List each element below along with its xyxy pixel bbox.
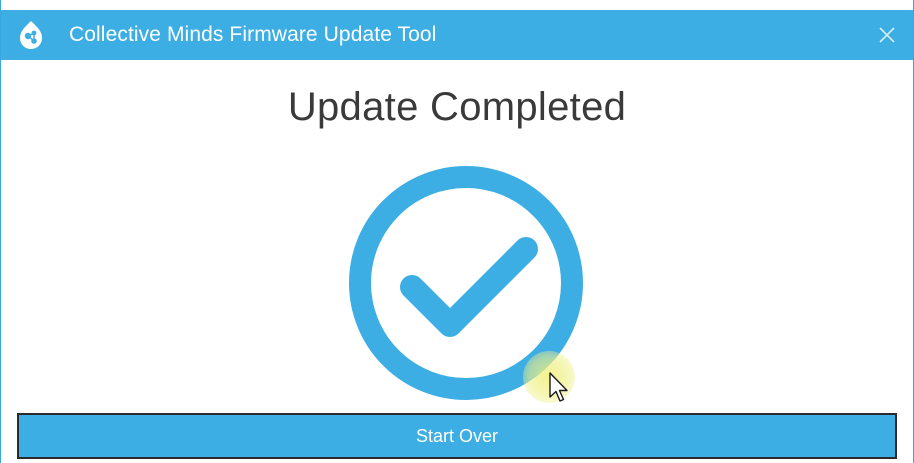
- mouse-pointer-icon: [549, 372, 568, 402]
- page-title: Update Completed: [287, 85, 627, 129]
- update-tool-window: Collective Minds Firmware Update Tool Up…: [0, 0, 914, 463]
- collective-minds-logo-icon: [20, 21, 42, 49]
- close-icon[interactable]: [871, 19, 903, 51]
- window-title: Collective Minds Firmware Update Tool: [69, 23, 437, 46]
- title-bar[interactable]: Collective Minds Firmware Update Tool: [1, 10, 913, 60]
- start-over-button[interactable]: Start Over: [17, 413, 897, 459]
